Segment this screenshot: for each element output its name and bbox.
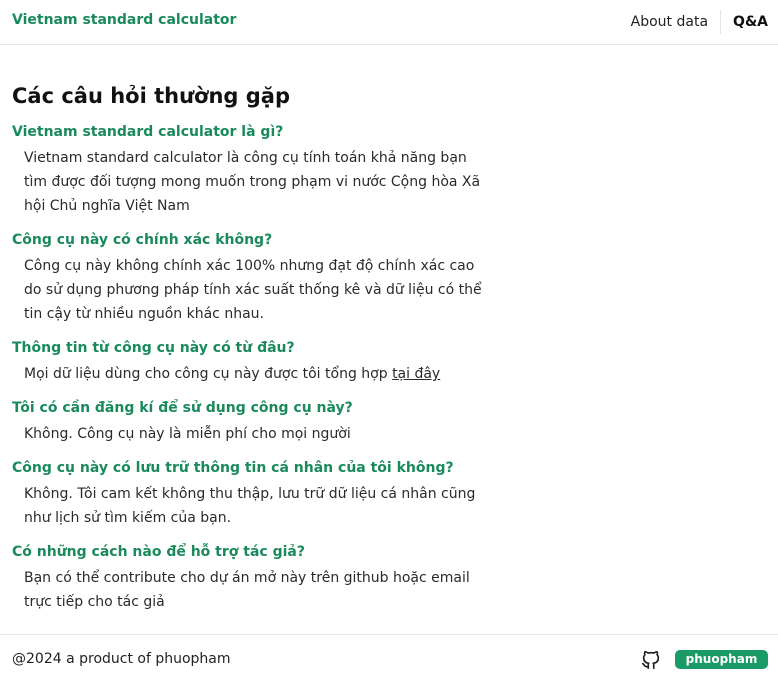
faq-answer: Không. Tôi cam kết không thu thập, lưu t… <box>24 486 476 526</box>
faq-question: Công cụ này có lưu trữ thông tin cá nhân… <box>12 460 454 476</box>
github-icon[interactable] <box>640 649 662 671</box>
faq-item: Công cụ này có lưu trữ thông tin cá nhân… <box>12 456 512 530</box>
author-badge[interactable]: phuopham <box>675 650 768 669</box>
faq-question: Vietnam standard calculator là gì? <box>12 124 284 140</box>
page-title: Các câu hỏi thường gặp <box>12 84 291 108</box>
nav-about-data-link[interactable]: About data <box>631 10 722 34</box>
top-navbar: Vietnam standard calculator About data Q… <box>0 0 778 45</box>
faq-item: Công cụ này có chính xác không? Công cụ … <box>12 228 512 326</box>
brand-link[interactable]: Vietnam standard calculator <box>12 12 236 28</box>
faq-item: Vietnam standard calculator là gì? Vietn… <box>12 120 512 218</box>
faq-section: Các câu hỏi thường gặp Vietnam standard … <box>12 80 512 624</box>
faq-answer: Bạn có thể contribute cho dự án mở này t… <box>24 570 470 610</box>
faq-answer: Vietnam standard calculator là công cụ t… <box>24 150 481 214</box>
faq-question: Tôi có cần đăng kí để sử dụng công cụ nà… <box>12 400 353 416</box>
faq-answer-text: Mọi dữ liệu dùng cho công cụ này được tô… <box>24 366 388 382</box>
faq-question: Có những cách nào để hỗ trợ tác giả? <box>12 544 305 560</box>
faq-item: Thông tin từ công cụ này có từ đâu? Mọi … <box>12 336 512 386</box>
faq-answer: Công cụ này không chính xác 100% nhưng đ… <box>24 258 482 322</box>
faq-item: Có những cách nào để hỗ trợ tác giả? Bạn… <box>12 540 512 614</box>
copyright-text: @2024 a product of phuopham <box>12 651 231 667</box>
faq-answer: Không. Công cụ này là miễn phí cho mọi n… <box>24 426 351 442</box>
nav-qa-link[interactable]: Q&A <box>721 14 768 30</box>
faq-question: Công cụ này có chính xác không? <box>12 232 273 248</box>
faq-question: Thông tin từ công cụ này có từ đâu? <box>12 340 295 356</box>
footer: @2024 a product of phuopham phuopham <box>0 634 778 684</box>
data-source-link[interactable]: tại đây <box>392 366 440 382</box>
faq-answer-with-link: Mọi dữ liệu dùng cho công cụ này được tô… <box>12 362 494 386</box>
faq-item: Tôi có cần đăng kí để sử dụng công cụ nà… <box>12 396 512 446</box>
nav-menu: About data Q&A <box>631 0 768 44</box>
